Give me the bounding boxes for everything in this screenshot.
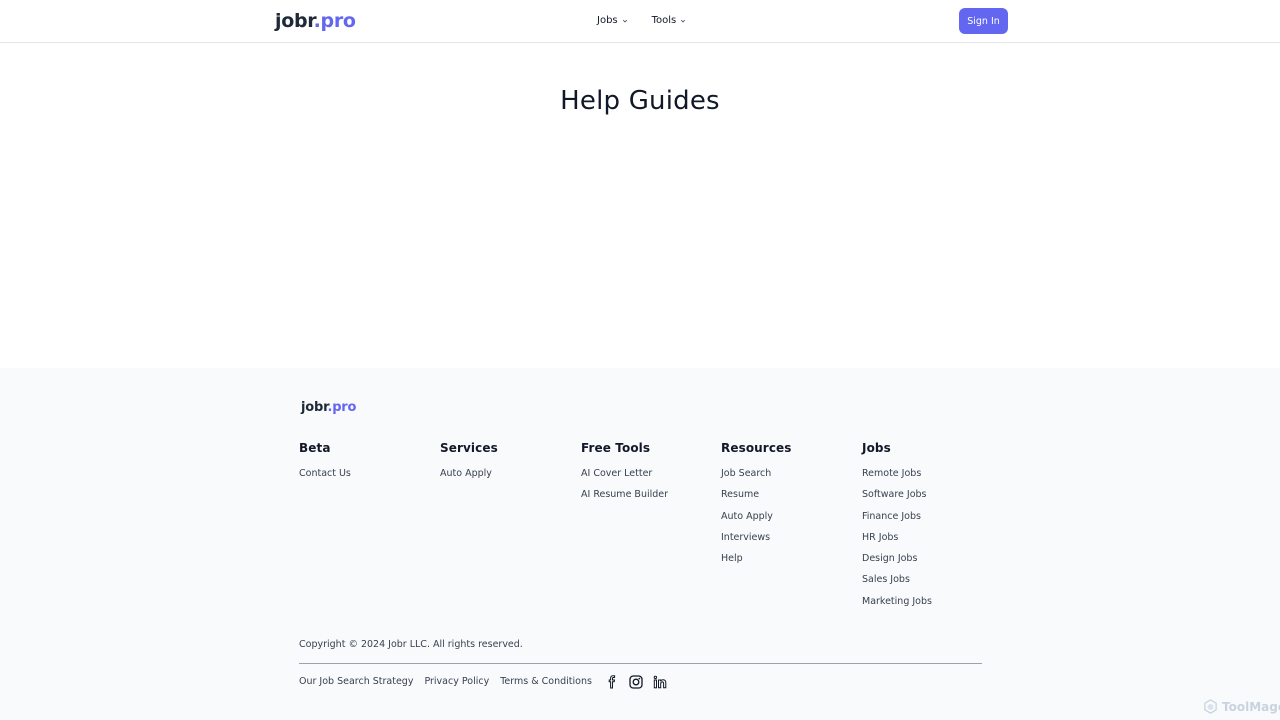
social-links	[605, 674, 667, 689]
nav-tools-dropdown[interactable]: Tools	[652, 15, 687, 26]
footer-link-sales-jobs[interactable]: Sales Jobs	[862, 573, 932, 594]
footer-link-remote-jobs[interactable]: Remote Jobs	[862, 467, 932, 488]
footer-column-jobs: Jobs Remote Jobs Software Jobs Finance J…	[862, 441, 932, 616]
sign-in-button[interactable]: Sign In	[959, 8, 1008, 34]
toolmage-logo-icon	[1204, 699, 1217, 714]
footer-logo-main: jobr	[301, 400, 328, 415]
footer-bottom-links: Our Job Search Strategy Privacy Policy T…	[299, 674, 667, 689]
footer-link-auto-apply[interactable]: Auto Apply	[721, 510, 792, 531]
footer-link-ai-resume-builder[interactable]: AI Resume Builder	[581, 488, 668, 509]
footer-link-help[interactable]: Help	[721, 552, 792, 573]
site-footer: jobr.pro Beta Contact Us Services Auto A…	[0, 368, 1280, 720]
footer-column-beta: Beta Contact Us	[299, 441, 351, 488]
watermark: ToolMage	[1203, 699, 1280, 714]
link-terms-conditions[interactable]: Terms & Conditions	[500, 676, 592, 687]
footer-link-marketing-jobs[interactable]: Marketing Jobs	[862, 595, 932, 616]
footer-logo-accent: .pro	[327, 400, 357, 415]
chevron-down-icon	[622, 19, 627, 22]
footer-logo[interactable]: jobr.pro	[301, 400, 356, 415]
footer-link-hr-jobs[interactable]: HR Jobs	[862, 531, 932, 552]
nav-tools-label: Tools	[651, 15, 677, 26]
watermark-text: ToolMage	[1222, 699, 1280, 714]
footer-link-contact-us[interactable]: Contact Us	[299, 467, 351, 488]
footer-link-ai-cover-letter[interactable]: AI Cover Letter	[581, 467, 668, 488]
footer-link-interviews[interactable]: Interviews	[721, 531, 792, 552]
footer-heading: Jobs	[862, 441, 891, 455]
logo-accent: .pro	[313, 10, 356, 32]
footer-link-design-jobs[interactable]: Design Jobs	[862, 552, 932, 573]
nav-jobs-dropdown[interactable]: Jobs	[597, 15, 628, 26]
footer-link-software-jobs[interactable]: Software Jobs	[862, 488, 932, 509]
footer-link-finance-jobs[interactable]: Finance Jobs	[862, 510, 932, 531]
footer-link-job-search[interactable]: Job Search	[721, 467, 792, 488]
link-privacy-policy[interactable]: Privacy Policy	[424, 676, 489, 687]
page-title: Help Guides	[560, 86, 720, 116]
nav-jobs-label: Jobs	[597, 15, 618, 26]
linkedin-icon[interactable]	[653, 674, 667, 689]
copyright: Copyright © 2024 Jobr LLC. All rights re…	[299, 639, 523, 650]
footer-link-auto-apply[interactable]: Auto Apply	[440, 467, 498, 488]
footer-heading: Services	[440, 441, 498, 455]
instagram-icon[interactable]	[629, 674, 643, 689]
main-nav: Jobs Tools	[597, 15, 686, 26]
footer-column-free-tools: Free Tools AI Cover Letter AI Resume Bui…	[581, 441, 668, 510]
facebook-icon[interactable]	[605, 674, 619, 689]
link-job-search-strategy[interactable]: Our Job Search Strategy	[299, 676, 413, 687]
site-header: jobr.pro Jobs Tools Sign In	[0, 0, 1280, 43]
logo[interactable]: jobr.pro	[275, 10, 356, 32]
footer-column-resources: Resources Job Search Resume Auto Apply I…	[721, 441, 792, 573]
footer-divider	[299, 663, 982, 664]
footer-heading: Free Tools	[581, 441, 651, 455]
footer-heading: Beta	[299, 441, 331, 455]
footer-column-services: Services Auto Apply	[440, 441, 498, 488]
footer-heading: Resources	[721, 441, 792, 455]
footer-link-resume[interactable]: Resume	[721, 488, 792, 509]
chevron-down-icon	[681, 19, 686, 22]
logo-main: jobr	[275, 10, 314, 32]
